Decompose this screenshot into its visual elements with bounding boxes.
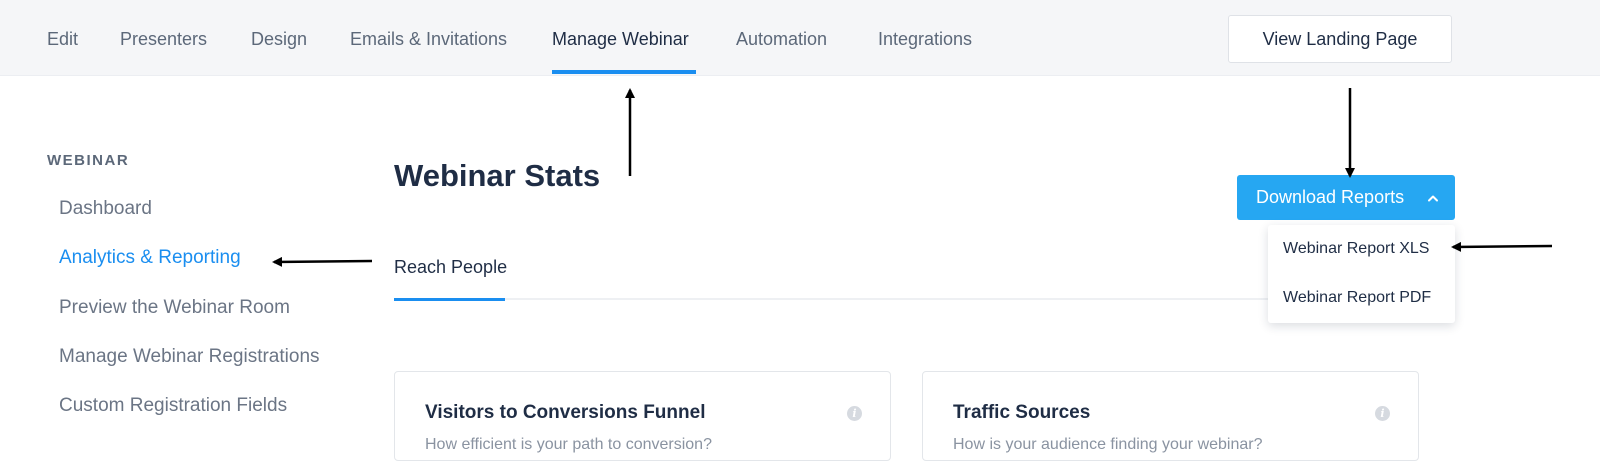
annotation-arrow (1451, 241, 1553, 252)
annotation-arrow (272, 256, 373, 267)
annotation-arrows (272, 88, 1553, 267)
